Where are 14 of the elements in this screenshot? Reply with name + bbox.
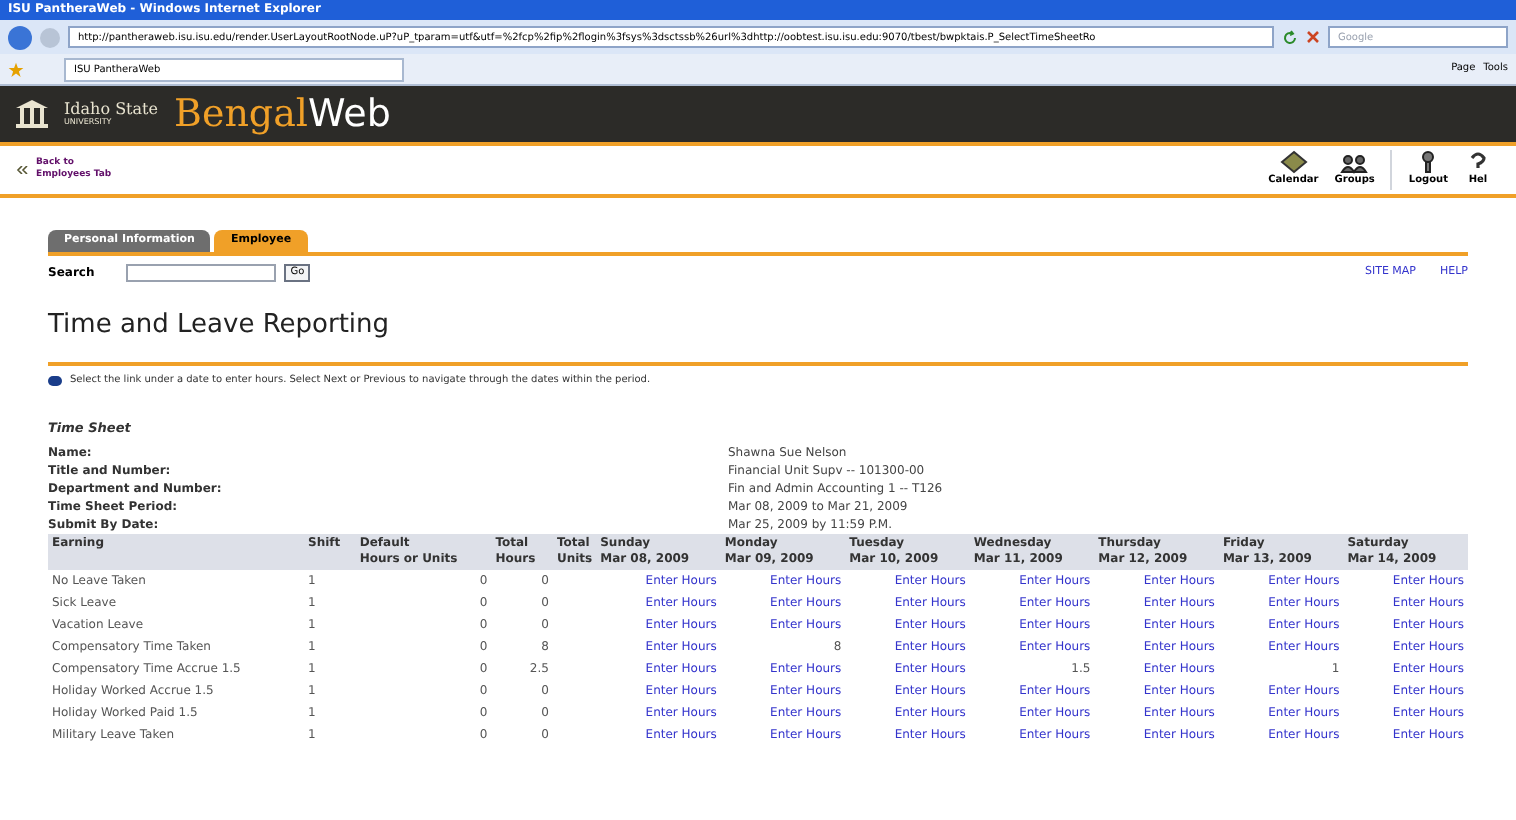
diamond-icon [1279,150,1308,175]
people-icon [1340,150,1369,175]
page-heading: Time and Leave Reporting [48,308,392,344]
search-input[interactable] [126,264,277,282]
stop-icon[interactable] [1306,30,1320,44]
back-icon[interactable] [8,25,32,49]
logo-text: Bengal [173,95,308,133]
refresh-icon[interactable] [1282,29,1298,45]
star-icon[interactable] [8,61,24,77]
logo-text: Web [308,95,391,133]
back-arrow-icon [16,166,28,174]
info-icon [48,375,62,386]
building-icon [16,100,48,128]
logo-text: Idaho State [64,102,158,118]
